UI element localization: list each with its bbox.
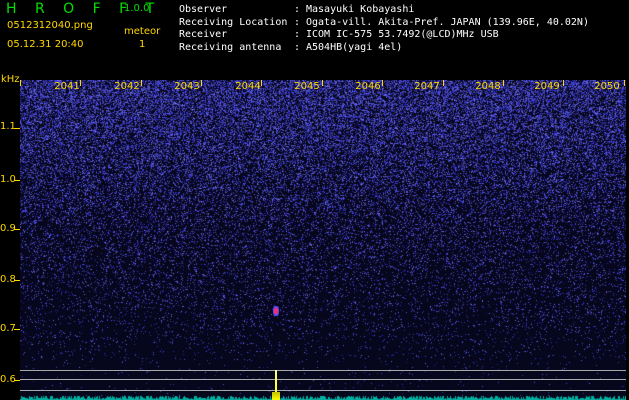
info-row-location: Receiving Location: Ogata-vill. Akita-Pre…	[179, 17, 589, 30]
reference-line	[20, 370, 626, 371]
x-label-2041: 2041	[54, 81, 80, 92]
x-tick	[563, 80, 564, 86]
file-name: 0512312040.png	[7, 20, 93, 31]
spectrogram: 2041 2042 2043 2044 2045 2046 2047 2048 …	[20, 80, 626, 400]
x-tick	[322, 80, 323, 86]
y-label-1-1: 1.1	[0, 121, 16, 132]
info-colon: :	[294, 29, 301, 40]
info-row-observer: Observer: Masayuki Kobayashi	[179, 4, 589, 17]
info-value: Masayuki Kobayashi	[306, 4, 415, 15]
x-tick	[201, 80, 202, 86]
header-panel: H R O F F T 1.0.0 0512312040.png 05.12.3…	[0, 0, 629, 80]
x-label-2044: 2044	[235, 81, 261, 92]
info-row-antenna: Receiving antenna: A504HB(yagi 4el)	[179, 42, 589, 55]
info-value: A504HB(yagi 4el)	[306, 41, 403, 53]
y-axis-unit: kHz	[1, 74, 20, 85]
x-label-2049: 2049	[534, 81, 560, 92]
x-tick	[261, 80, 262, 86]
x-label-2046: 2046	[355, 81, 381, 92]
x-tick	[443, 80, 444, 86]
info-key: Receiver	[179, 29, 228, 40]
x-label-2047: 2047	[414, 81, 440, 92]
info-colon: :	[294, 16, 301, 28]
spectrogram-noise	[20, 80, 626, 400]
meteor-spike-base	[272, 392, 280, 400]
reference-line	[20, 390, 626, 391]
x-tick	[80, 80, 81, 86]
x-label-2048: 2048	[475, 81, 501, 92]
info-row-receiver: Receiver: ICOM IC-575 53.7492(@LCD)MHz US…	[179, 29, 589, 42]
x-label-2042: 2042	[114, 81, 140, 92]
x-tick	[624, 80, 625, 86]
x-label-2045: 2045	[294, 81, 320, 92]
info-value: Ogata-vill. Akita-Pref. JAPAN (139.96E, …	[306, 16, 589, 28]
info-key: Receiving antenna	[179, 41, 282, 53]
x-tick	[503, 80, 504, 86]
reference-line	[20, 379, 626, 380]
meteor-count: 1	[139, 39, 146, 50]
x-label-2043: 2043	[174, 81, 200, 92]
info-key: Observer	[179, 4, 228, 15]
app-version: 1.0.0	[124, 3, 150, 14]
meteor-echo	[273, 306, 279, 316]
station-info: Observer: Masayuki Kobayashi Receiving Lo…	[179, 4, 589, 54]
info-key: Receiving Location	[179, 16, 288, 28]
meteor-label: meteor	[124, 26, 161, 37]
info-value: ICOM IC-575 53.7492(@LCD)MHz USB	[306, 29, 499, 40]
file-datetime: 05.12.31 20:40	[7, 39, 84, 50]
x-tick	[141, 80, 142, 86]
info-colon: :	[294, 4, 301, 15]
info-colon: :	[294, 41, 301, 53]
x-tick	[20, 80, 21, 86]
x-tick	[382, 80, 383, 86]
x-label-2050: 2050	[594, 81, 620, 92]
